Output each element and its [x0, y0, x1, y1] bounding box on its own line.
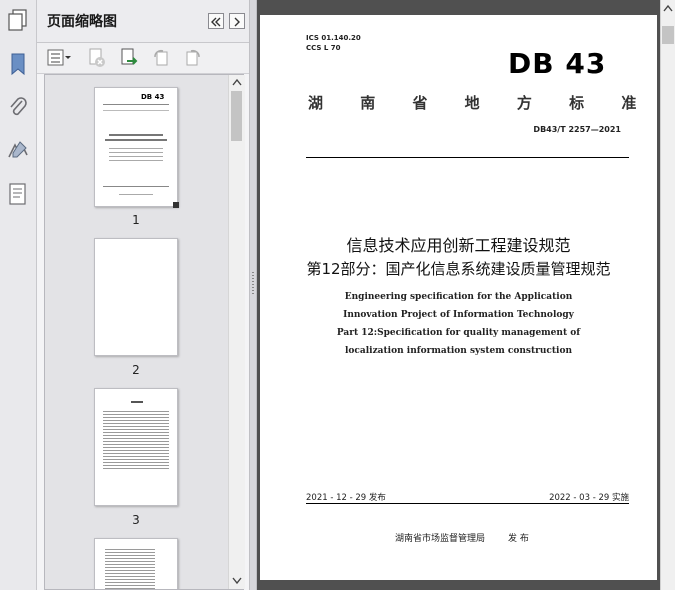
- layers-icon[interactable]: [6, 182, 30, 206]
- left-toolbar: [0, 0, 37, 590]
- scroll-down-icon: [232, 577, 242, 585]
- insert-page-icon: [121, 48, 138, 65]
- header-divider: [306, 157, 629, 158]
- collapse-panel-button[interactable]: [208, 13, 224, 29]
- implement-date: 2022 - 03 - 29 实施: [549, 493, 629, 503]
- standard-logo: DB 43: [508, 47, 607, 80]
- ccs-code: CCS L 70: [306, 44, 341, 52]
- thumbnail-page-number: 2: [132, 363, 140, 377]
- thumbnail-page-number: 3: [132, 513, 140, 527]
- scroll-up-icon: [663, 4, 673, 12]
- panel-splitter[interactable]: [249, 0, 257, 590]
- document-title-cn: 信息技术应用创新工程建设规范: [346, 236, 571, 255]
- thumbnail-page-3[interactable]: [94, 388, 178, 506]
- thumbnail-page-number: 1: [132, 213, 140, 227]
- attachment-icon[interactable]: [6, 95, 30, 119]
- insert-page-button[interactable]: [119, 48, 139, 68]
- splitter-grip-icon: [252, 272, 254, 294]
- options-menu-button[interactable]: [47, 49, 71, 67]
- document-title-en-line: localization information system construc…: [345, 346, 572, 356]
- thumbnail-page-1[interactable]: DB 43: [94, 87, 179, 208]
- delete-page-icon: [89, 48, 105, 67]
- document-page: ICS 01.140.20 CCS L 70 DB 43 湖 南 省 地 方 标…: [260, 15, 657, 580]
- panel-title: 页面缩略图: [47, 14, 117, 30]
- rotate-left-button[interactable]: [151, 48, 171, 68]
- thumbnail-page-4[interactable]: [94, 538, 178, 589]
- rotate-right-icon: [186, 49, 200, 66]
- document-title-en-line: Innovation Project of Information Techno…: [343, 310, 574, 320]
- bookmark-icon[interactable]: [6, 52, 30, 76]
- thumbnail-toolbar: [37, 43, 249, 74]
- options-list-icon: [47, 49, 71, 66]
- thumbnail-scroll-thumb[interactable]: [231, 91, 242, 141]
- pages-icon[interactable]: [6, 8, 30, 32]
- standard-number: DB43/T 2257—2021: [533, 125, 621, 134]
- signature-icon[interactable]: [6, 139, 30, 163]
- expand-panel-button[interactable]: [229, 13, 245, 29]
- document-subtitle-cn: 第12部分：国产化信息系统建设质量管理规范: [306, 260, 611, 278]
- rotate-right-button[interactable]: [183, 48, 203, 68]
- document-title-en-line: Part 12:Specification for quality manage…: [336, 328, 581, 338]
- footer-divider: [306, 503, 629, 504]
- issuer-action: 发 布: [508, 534, 529, 544]
- ics-code: ICS 01.140.20: [306, 34, 361, 42]
- delete-page-button[interactable]: [87, 48, 107, 68]
- scroll-up-icon: [232, 78, 242, 86]
- document-scroll-thumb[interactable]: [662, 26, 674, 44]
- issuer: 湖南省市场监督管理局: [395, 534, 486, 544]
- thumbnail-page-2[interactable]: [94, 238, 178, 356]
- rotate-left-icon: [154, 49, 168, 66]
- thumbnail-scrollbar[interactable]: [228, 75, 245, 589]
- document-scrollbar[interactable]: [660, 0, 675, 590]
- chevron-right-icon: [234, 17, 240, 27]
- thumbnail-list: DB 43 1 2 3: [44, 74, 244, 590]
- document-title-en-line: Engineering specification for the Applic…: [344, 292, 573, 302]
- double-chevron-left-icon: [211, 17, 221, 27]
- province-standard-label: 湖 南 省 地 方 标 准: [308, 94, 653, 112]
- issue-date: 2021 - 12 - 29 发布: [306, 493, 386, 503]
